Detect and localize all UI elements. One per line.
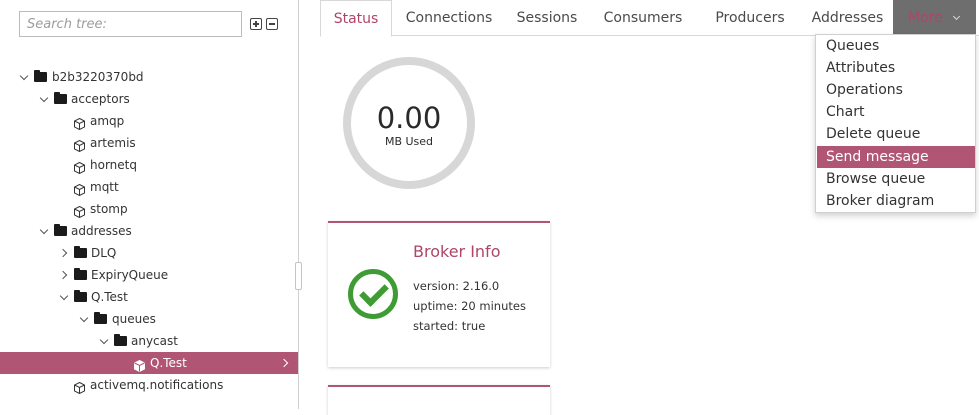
sidebar-resize-handle[interactable]	[295, 262, 302, 290]
cube-icon	[74, 203, 85, 219]
broker-started: started: true	[413, 319, 486, 333]
tab-addresses[interactable]: Addresses	[802, 0, 893, 36]
menu-item-browse-queue[interactable]: Browse queue	[816, 168, 975, 190]
tab-more-label: More	[908, 10, 943, 26]
chevron-down-icon[interactable]	[100, 337, 108, 345]
chevron-down-icon[interactable]	[60, 293, 68, 301]
menu-item-delete-queue[interactable]: Delete queue	[816, 123, 975, 145]
broker-uptime: uptime: 20 minutes	[413, 299, 526, 313]
menu-item-chart[interactable]: Chart	[816, 101, 975, 123]
tree-node-stomp[interactable]: stomp	[0, 198, 298, 220]
broker-version: version: 2.16.0	[413, 279, 500, 293]
cube-icon	[74, 379, 85, 395]
folder-icon	[74, 246, 87, 258]
cube-icon	[74, 115, 85, 131]
tab-producers[interactable]: Producers	[698, 0, 802, 36]
cube-icon	[74, 159, 85, 175]
tree-node-amqp[interactable]: amqp	[0, 110, 298, 132]
jmx-tree: b2b3220370bd acceptors amqp artemis horn…	[0, 66, 298, 396]
secondary-card	[328, 385, 550, 415]
tree-node-q-test-address[interactable]: Q.Test	[0, 286, 298, 308]
folder-icon	[34, 70, 47, 82]
memory-gauge: 0.00 MB Used	[343, 57, 475, 189]
folder-icon	[74, 290, 87, 302]
tab-connections[interactable]: Connections	[392, 0, 506, 36]
gauge-label: MB Used	[384, 135, 434, 148]
tree-node-label: hornetq	[90, 158, 137, 172]
chevron-down-icon[interactable]	[40, 227, 48, 235]
menu-item-broker-diagram[interactable]: Broker diagram	[816, 190, 975, 212]
tree-node-acceptors[interactable]: acceptors	[0, 88, 298, 110]
tree-node-mqtt[interactable]: mqtt	[0, 176, 298, 198]
tree-node-label: mqtt	[90, 180, 119, 194]
more-dropdown-menu: Queues Attributes Operations Chart Delet…	[815, 34, 976, 213]
folder-icon	[94, 312, 107, 324]
tab-more[interactable]: More	[893, 0, 976, 36]
gauge-value: 0.00	[376, 101, 442, 135]
tab-bar: Status Connections Sessions Consumers Pr…	[320, 0, 979, 37]
tree-node-label: amqp	[90, 114, 125, 128]
tab-sessions[interactable]: Sessions	[506, 0, 588, 36]
chevron-down-icon[interactable]	[80, 315, 88, 323]
chevron-down-icon	[952, 12, 961, 21]
tree-node-label: DLQ	[91, 246, 117, 260]
chevron-right-icon[interactable]	[60, 249, 68, 257]
card-title: Broker Info	[413, 242, 501, 261]
folder-icon	[74, 268, 87, 280]
chevron-down-icon[interactable]	[40, 95, 48, 103]
tree-node-broker[interactable]: b2b3220370bd	[0, 66, 298, 88]
tree-node-label: queues	[112, 312, 156, 326]
chevron-right-icon	[279, 358, 289, 368]
cube-icon	[74, 137, 85, 153]
tree-node-dlq[interactable]: DLQ	[0, 242, 298, 264]
tree-node-label: b2b3220370bd	[52, 70, 144, 84]
tree-node-label: activemq.notifications	[90, 378, 224, 392]
check-circle-icon	[348, 269, 398, 319]
tree-node-label: artemis	[90, 136, 136, 150]
menu-item-send-message[interactable]: Send message	[817, 146, 975, 168]
tree-node-anycast[interactable]: anycast	[0, 330, 298, 352]
tree-node-label: anycast	[131, 334, 178, 348]
chevron-right-icon[interactable]	[60, 271, 68, 279]
tree-node-activemq-notifications[interactable]: activemq.notifications	[0, 374, 298, 396]
tree-node-label: ExpiryQueue	[91, 268, 169, 282]
tree-node-addresses[interactable]: addresses	[0, 220, 298, 242]
menu-item-attributes[interactable]: Attributes	[816, 57, 975, 79]
folder-icon	[54, 92, 67, 104]
tree-node-label: acceptors	[71, 92, 130, 106]
sidebar: b2b3220370bd acceptors amqp artemis horn…	[0, 0, 299, 409]
collapse-all-icon[interactable]	[266, 18, 278, 30]
tree-node-q-test-queue[interactable]: Q.Test	[0, 352, 298, 374]
broker-info-card: Broker Info version: 2.16.0 uptime: 20 m…	[328, 221, 550, 367]
menu-item-operations[interactable]: Operations	[816, 79, 975, 101]
tree-node-queues[interactable]: queues	[0, 308, 298, 330]
folder-icon	[54, 224, 67, 236]
tab-status[interactable]: Status	[320, 0, 392, 37]
tree-node-label: stomp	[90, 202, 128, 216]
search-tree-input[interactable]	[19, 11, 242, 37]
cube-icon	[134, 357, 145, 373]
tree-node-hornetq[interactable]: hornetq	[0, 154, 298, 176]
folder-icon	[114, 334, 127, 346]
tree-node-label: addresses	[71, 224, 132, 238]
tree-node-artemis[interactable]: artemis	[0, 132, 298, 154]
tree-node-label: Q.Test	[150, 356, 187, 370]
tree-node-expiryqueue[interactable]: ExpiryQueue	[0, 264, 298, 286]
chevron-down-icon[interactable]	[20, 73, 28, 81]
cube-icon	[74, 181, 85, 197]
expand-all-icon[interactable]	[250, 18, 262, 30]
tab-consumers[interactable]: Consumers	[588, 0, 698, 36]
menu-item-queues[interactable]: Queues	[816, 35, 975, 57]
tree-node-label: Q.Test	[91, 290, 128, 304]
